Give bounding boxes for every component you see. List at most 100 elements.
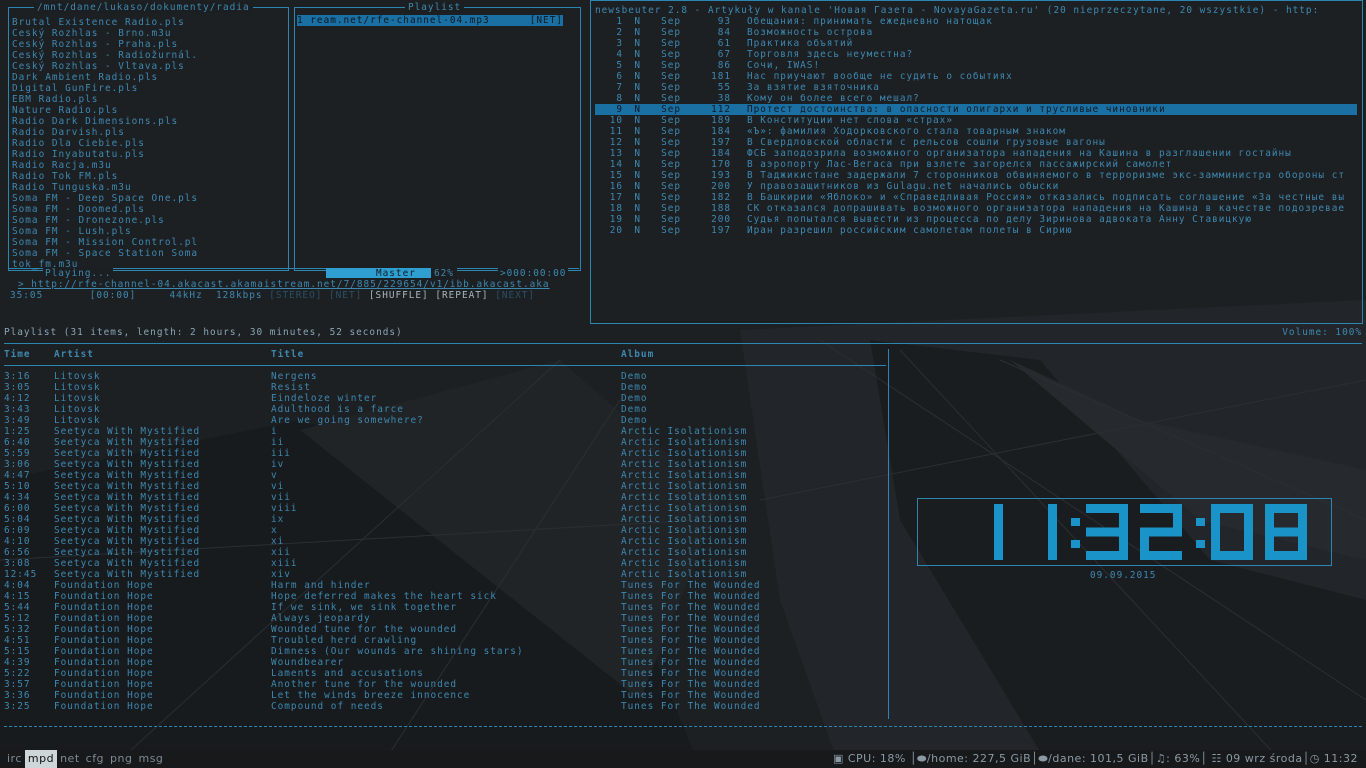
article-row[interactable]: 3 N Sep 61 Практика объятий [595, 38, 1357, 49]
table-row[interactable]: 3:36 Foundation Hope Let the winds breeze … [4, 690, 884, 701]
browser-item[interactable]: Nature Radio.pls [12, 105, 285, 116]
article-row[interactable]: 19 N Sep 200 Судья попытался вывести из проц… [595, 214, 1357, 225]
table-row[interactable]: 3:57 Foundation Hope Another tune for the … [4, 679, 884, 690]
table-row[interactable]: 3:25 Foundation Hope Compound of needs Tune… [4, 701, 884, 712]
article-row[interactable]: 13 N Sep 184 ФСБ заподозрила возможного орга… [595, 148, 1357, 159]
table-row[interactable]: 3:49 Litovsk Are we going somewhere? Demo [4, 415, 884, 426]
browser-item[interactable]: Soma FM - Dronezone.pls [12, 215, 285, 226]
table-row[interactable]: 1:25 Seetyca With Mystified i Arctic Isolat… [4, 426, 884, 437]
table-row[interactable]: 5:59 Seetyca With Mystified iii Arctic Isol… [4, 448, 884, 459]
track-album: Tunes For The Wounded [621, 679, 761, 690]
browser-item[interactable]: Radio Tok FM.pls [12, 171, 285, 182]
track-time: 4:12 [4, 393, 31, 404]
table-row[interactable]: 5:10 Seetyca With Mystified vi Arctic Isola… [4, 481, 884, 492]
table-row[interactable]: 4:04 Foundation Hope Harm and hinder Tunes … [4, 580, 884, 591]
table-row[interactable]: 5:32 Foundation Hope Wounded tune for the … [4, 624, 884, 635]
article-row[interactable]: 8 N Sep 38 Кому он более всего мешал? [595, 93, 1357, 104]
table-row[interactable]: 6:00 Seetyca With Mystified viii Arctic Iso… [4, 503, 884, 514]
browser-item[interactable]: Radio Inyabutatu.pls [12, 149, 285, 160]
mode-flag[interactable]: [SHUFFLE] [369, 290, 429, 301]
browser-item[interactable]: Radio Tunguska.m3u [12, 182, 285, 193]
table-row[interactable]: 3:43 Litovsk Adulthood is a farce Demo [4, 404, 884, 415]
browser-item[interactable]: Soma FM - Deep Space One.pls [12, 193, 285, 204]
article-row[interactable]: 5 N Sep 86 Сочи, IWAS! [595, 60, 1357, 71]
browser-item[interactable]: Soma FM - Space Station Soma [12, 248, 285, 259]
col-album[interactable]: Album [621, 349, 654, 360]
table-row[interactable]: 3:16 Litovsk Nergens Demo [4, 371, 884, 382]
clock-date: 09.09.2015 [1090, 570, 1157, 581]
table-row[interactable]: 4:51 Foundation Hope Troubled herd crawlin… [4, 635, 884, 646]
track-album: Arctic Isolationism [621, 437, 748, 448]
workspace-msg[interactable]: msg [135, 750, 166, 768]
browser-item[interactable]: Dark Ambient Radio.pls [12, 72, 285, 83]
table-row[interactable]: 3:05 Litovsk Resist Demo [4, 382, 884, 393]
browser-item[interactable]: Český Rozhlas - Radiožurnál. [12, 50, 285, 61]
article-row[interactable]: 20 N Sep 197 Иран разрешил российским самоле… [595, 225, 1357, 236]
browser-item[interactable]: Radio Darvish.pls [12, 127, 285, 138]
table-row[interactable]: 4:47 Seetyca With Mystified v Arctic Isolat… [4, 470, 884, 481]
col-title[interactable]: Title [271, 349, 304, 360]
article-row[interactable]: 6 N Sep 181 Нас приучают вообще не судить о … [595, 71, 1357, 82]
table-row[interactable]: 4:34 Seetyca With Mystified vii Arctic Isol… [4, 492, 884, 503]
table-row[interactable]: 5:44 Foundation Hope If we sink, we sink t… [4, 602, 884, 613]
browser-item[interactable]: Radio Dla Ciebie.pls [12, 138, 285, 149]
article-row[interactable]: 11 N Sep 184 «Ъ»: фамилия Ходорковского стал… [595, 126, 1357, 137]
playlist-item[interactable]: 1 ream.net/rfe-channel-04.mp3 [NET] [297, 15, 578, 26]
mode-flag[interactable]: [NEXT] [495, 290, 535, 301]
table-row[interactable]: 5:12 Foundation Hope Always jeopardy Tunes … [4, 613, 884, 624]
table-row[interactable]: 4:15 Foundation Hope Hope deferred makes t… [4, 591, 884, 602]
article-row[interactable]: 15 N Sep 193 В Таджикистане задержали 7 стор… [595, 170, 1357, 181]
browser-item[interactable]: EBM Radio.pls [12, 94, 285, 105]
workspace-png[interactable]: png [107, 750, 135, 768]
table-row[interactable]: 4:39 Foundation Hope Woundbearer Tunes For … [4, 657, 884, 668]
table-row[interactable]: 3:08 Seetyca With Mystified xiii Arctic Iso… [4, 558, 884, 569]
mode-flag[interactable]: [STEREO] [269, 290, 322, 301]
article-row[interactable]: 10 N Sep 189 В Конституции нет слова «страх» [595, 115, 1357, 126]
col-artist[interactable]: Artist [54, 349, 94, 360]
track-title: Harm and hinder [271, 580, 371, 591]
table-row[interactable]: 4:12 Litovsk Eindeloze winter Demo [4, 393, 884, 404]
browser-item[interactable]: Soma FM - Lush.pls [12, 226, 285, 237]
track-artist: Seetyca With Mystified [54, 448, 201, 459]
browser-item[interactable]: Český Rozhlas - Brno.m3u [12, 28, 285, 39]
table-row[interactable]: 3:06 Seetyca With Mystified iv Arctic Isola… [4, 459, 884, 470]
browser-item[interactable]: Radio Racja.m3u [12, 160, 285, 171]
article-row[interactable]: 17 N Sep 182 В Башкирии «Яблоко» и «Справедл… [595, 192, 1357, 203]
workspace-net[interactable]: net [57, 750, 83, 768]
article-row[interactable]: 7 N Sep 55 За взятие взяточника [595, 82, 1357, 93]
mode-flag[interactable]: [REPEAT] [435, 290, 488, 301]
article-row[interactable]: 18 N Sep 188 СК отказался допрашивать возмож… [595, 203, 1357, 214]
table-row[interactable]: 5:04 Seetyca With Mystified ix Arctic Isola… [4, 514, 884, 525]
clock-colon [1071, 540, 1080, 548]
browser-item[interactable]: Digital GunFire.pls [12, 83, 285, 94]
article-row[interactable]: 12 N Sep 197 В Свердловской области с рельсо… [595, 137, 1357, 148]
table-row[interactable]: 5:15 Foundation Hope Dimness (Our wounds a… [4, 646, 884, 657]
article-row[interactable]: 16 N Sep 200 У правозащитников из Gulagu.net… [595, 181, 1357, 192]
workspace-cfg[interactable]: cfg [83, 750, 107, 768]
article-row[interactable]: 9 N Sep 112 Протест достоинства: в опасности… [595, 104, 1357, 115]
browser-item[interactable]: Soma FM - Mission Control.pl [12, 237, 285, 248]
mode-flag[interactable]: [NET] [329, 290, 362, 301]
table-row[interactable]: 6:09 Seetyca With Mystified x Arctic Isolat… [4, 525, 884, 536]
browser-item[interactable]: Soma FM - Doomed.pls [12, 204, 285, 215]
browser-item[interactable]: Český Rozhlas - Vltava.pls [12, 61, 285, 72]
browser-item[interactable]: Český Rozhlas - Praha.pls [12, 39, 285, 50]
table-row[interactable]: 12:45 Seetyca With Mystified xiv Arctic Iso… [4, 569, 884, 580]
table-row[interactable]: 5:22 Foundation Hope Laments and accusatio… [4, 668, 884, 679]
workspace-mpd[interactable]: mpd [24, 750, 58, 768]
table-row[interactable]: 6:56 Seetyca With Mystified xii Arctic Isol… [4, 547, 884, 558]
article-row[interactable]: 4 N Sep 67 Торговля здесь неуместна? [595, 49, 1357, 60]
clock-display [994, 504, 1307, 560]
col-time[interactable]: Time [4, 349, 31, 360]
article-row[interactable]: 14 N Sep 170 В аэропорту Лас-Вегаса при взле… [595, 159, 1357, 170]
track-title: vi [271, 481, 285, 492]
table-row[interactable]: 6:40 Seetyca With Mystified ii Arctic Isola… [4, 437, 884, 448]
table-row[interactable]: 4:10 Seetyca With Mystified xi Arctic Isola… [4, 536, 884, 547]
browser-item[interactable]: Brutal Existence Radio.pls [12, 17, 285, 28]
article-row[interactable]: 2 N Sep 84 Возможность острова [595, 27, 1357, 38]
workspace-irc[interactable]: irc [4, 750, 25, 768]
article-row[interactable]: 1 N Sep 93 Обещания: принимать ежедневно нат… [595, 16, 1357, 27]
track-time: 4:51 [4, 635, 31, 646]
now-playing[interactable]: > http://rfe-channel-04.akacast.akamaist… [18, 279, 580, 290]
browser-item[interactable]: Radio Dark Dimensions.pls [12, 116, 285, 127]
